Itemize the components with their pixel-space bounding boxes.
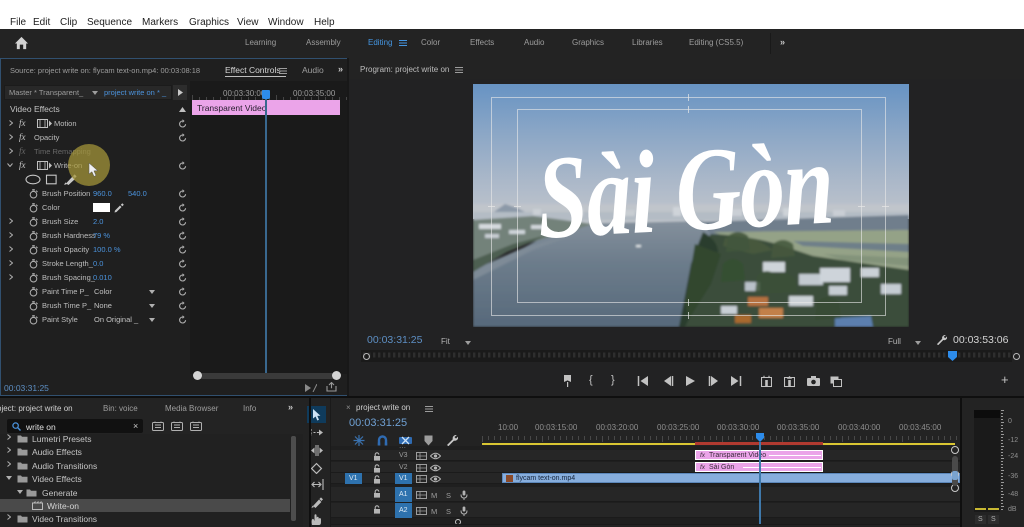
svg-text:Sài Gòn: Sài Gòn [534,116,836,263]
